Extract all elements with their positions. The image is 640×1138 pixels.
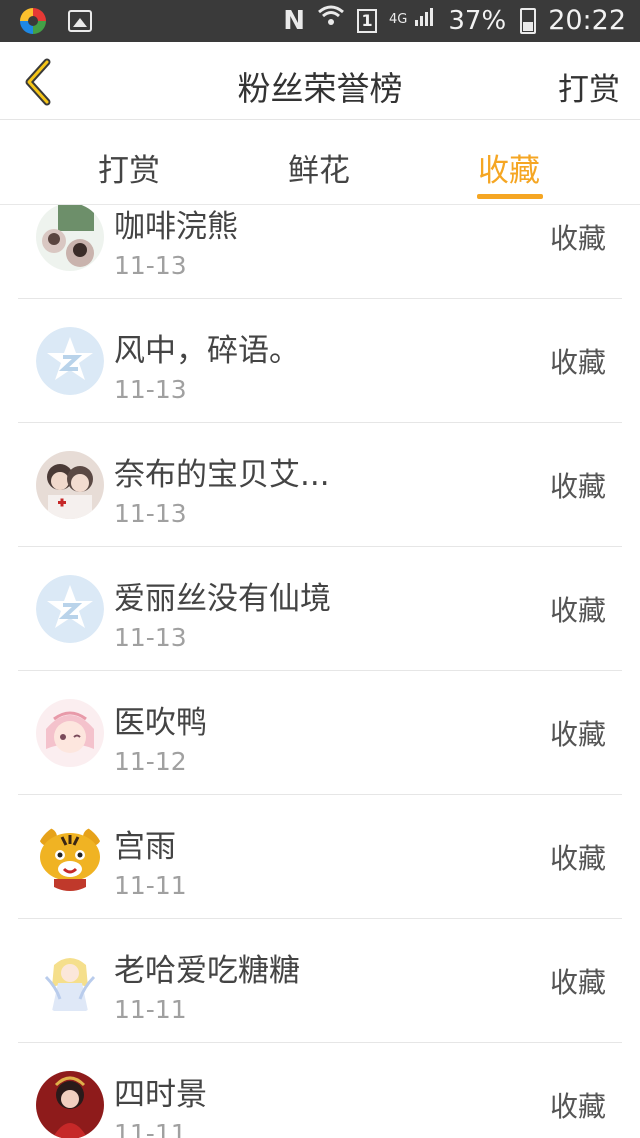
sim-icon: 1 xyxy=(357,8,378,33)
list-item[interactable]: 奈布的宝贝艾... 11-13 收藏 xyxy=(18,423,622,547)
active-tab-indicator xyxy=(477,194,543,199)
fan-action: 收藏 xyxy=(549,222,606,255)
avatar xyxy=(36,451,104,519)
avatar xyxy=(36,1071,104,1138)
list-item[interactable]: 医吹鸭 11-12 收藏 xyxy=(18,671,622,795)
default-avatar-icon xyxy=(36,327,104,395)
list-item[interactable]: 宫雨 11-11 收藏 xyxy=(18,795,622,919)
fan-name: 宫雨 xyxy=(114,829,176,865)
fan-action: 收藏 xyxy=(549,842,606,875)
tiger-avatar-icon xyxy=(36,823,104,891)
fan-action: 收藏 xyxy=(549,718,606,751)
fan-date: 11-12 xyxy=(114,747,187,776)
list-item[interactable]: 咖啡浣熊 11-13 收藏 xyxy=(18,205,622,299)
fan-name: 医吹鸭 xyxy=(114,705,207,741)
gallery-notification-icon xyxy=(68,10,92,32)
list-item[interactable]: 四时景 11-11 收藏 xyxy=(18,1043,622,1138)
battery-icon xyxy=(520,7,537,34)
clock: 20:22 xyxy=(548,5,626,36)
avatar xyxy=(36,205,104,271)
fan-list[interactable]: 咖啡浣熊 11-13 收藏 风中，碎语。 11-13 收藏 奈布的宝贝艾... … xyxy=(0,205,640,1138)
app-header: 粉丝荣誉榜 打赏 xyxy=(0,42,640,120)
reward-button[interactable]: 打赏 xyxy=(558,64,620,109)
fan-action: 收藏 xyxy=(549,594,606,627)
fan-name: 奈布的宝贝艾... xyxy=(114,457,330,493)
avatar xyxy=(36,699,104,767)
fan-date: 11-13 xyxy=(114,499,187,528)
avatar xyxy=(36,947,104,1015)
signal-icon: 4G xyxy=(389,5,436,36)
nfc-icon: N xyxy=(283,5,306,36)
fan-name: 四时景 xyxy=(114,1077,207,1113)
fan-date: 11-13 xyxy=(114,251,187,280)
wifi-icon xyxy=(317,4,345,37)
fan-action: 收藏 xyxy=(549,966,606,999)
fan-name: 爱丽丝没有仙境 xyxy=(114,581,331,617)
list-item[interactable]: 老哈爱吃糖糖 11-11 收藏 xyxy=(18,919,622,1043)
fan-date: 11-13 xyxy=(114,375,187,404)
fan-name: 老哈爱吃糖糖 xyxy=(114,953,300,989)
fan-name: 咖啡浣熊 xyxy=(114,209,238,245)
tab-flowers[interactable]: 鲜花 xyxy=(288,145,350,190)
fan-action: 收藏 xyxy=(549,470,606,503)
fan-action: 收藏 xyxy=(549,1090,606,1123)
fan-name: 风中，碎语。 xyxy=(114,333,300,369)
fan-date: 11-11 xyxy=(114,1119,187,1138)
list-item[interactable]: 爱丽丝没有仙境 11-13 收藏 xyxy=(18,547,622,671)
app-notification-icon xyxy=(20,8,46,34)
battery-percent: 37% xyxy=(448,5,507,36)
status-bar: N 1 4G 37% 20:22 xyxy=(0,0,640,42)
tab-bar: 打赏 鲜花 收藏 xyxy=(0,121,640,205)
tab-favorites[interactable]: 收藏 xyxy=(478,145,540,190)
tab-reward[interactable]: 打赏 xyxy=(98,145,160,190)
fan-date: 11-13 xyxy=(114,623,187,652)
fan-date: 11-11 xyxy=(114,995,187,1024)
fan-date: 11-11 xyxy=(114,871,187,900)
fan-action: 收藏 xyxy=(549,346,606,379)
network-type: 4G xyxy=(389,12,408,27)
default-avatar-icon xyxy=(36,575,104,643)
page-title: 粉丝荣誉榜 xyxy=(237,69,403,108)
list-item[interactable]: 风中，碎语。 11-13 收藏 xyxy=(18,299,622,423)
